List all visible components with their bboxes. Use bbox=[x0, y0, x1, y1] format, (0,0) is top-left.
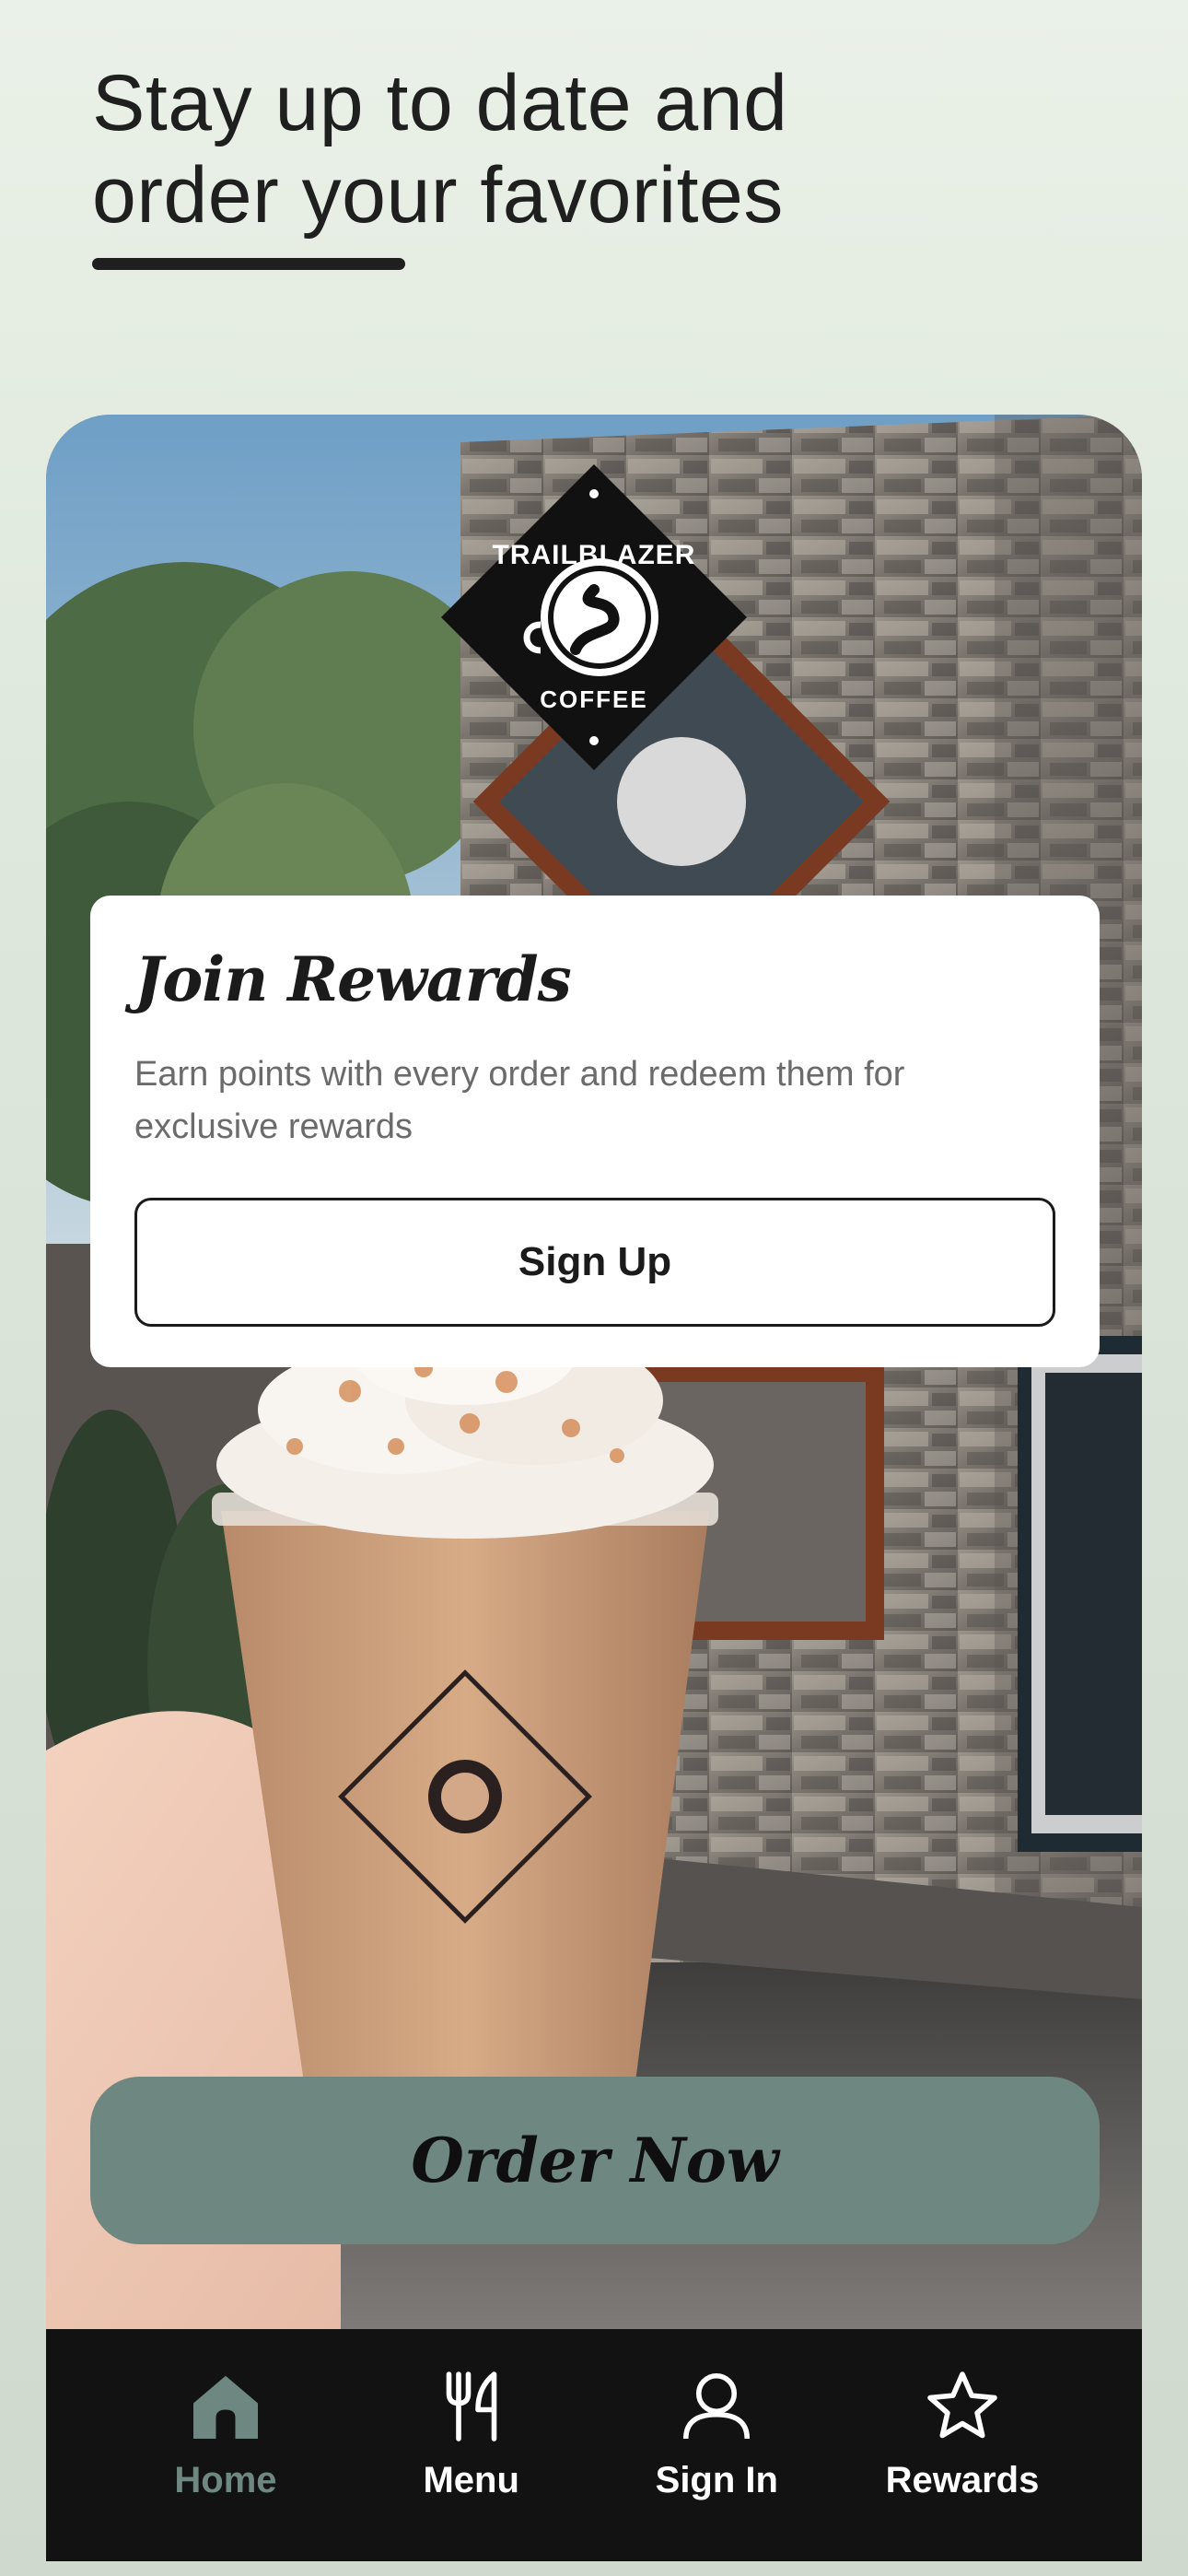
headline-underline bbox=[92, 258, 405, 270]
hero-card: TRAILBLAZER COFFEE Join Rewards Earn poi… bbox=[46, 415, 1142, 2561]
page-headline: Stay up to date and order your favorites bbox=[92, 57, 921, 241]
star-icon bbox=[927, 2371, 997, 2439]
user-icon bbox=[683, 2372, 751, 2440]
rewards-description: Earn points with every order and redeem … bbox=[134, 1055, 905, 1146]
join-rewards-card: Join Rewards Earn points with every orde… bbox=[90, 896, 1100, 1367]
headline-line-2: order your favorites bbox=[92, 151, 784, 240]
sign-up-button[interactable]: Sign Up bbox=[134, 1198, 1055, 1327]
headline-line-1: Stay up to date and bbox=[92, 59, 788, 147]
tab-sign-in-label: Sign In bbox=[655, 2460, 778, 2500]
trailblazer-logo: TRAILBLAZER COFFEE bbox=[441, 464, 747, 770]
home-icon bbox=[193, 2375, 258, 2439]
logo-brand-subname: COFFEE bbox=[540, 685, 647, 713]
tab-rewards[interactable]: Rewards bbox=[847, 2329, 1077, 2561]
order-now-button[interactable]: Order Now bbox=[90, 2077, 1100, 2244]
tab-home-label: Home bbox=[174, 2460, 277, 2500]
tab-home[interactable]: Home bbox=[111, 2329, 341, 2561]
fork-knife-icon bbox=[446, 2371, 496, 2441]
tab-rewards-label: Rewards bbox=[885, 2460, 1040, 2500]
tab-menu-label: Menu bbox=[423, 2460, 519, 2500]
bottom-tab-bar: Home Menu Sign In Rewards bbox=[46, 2329, 1142, 2561]
tab-menu[interactable]: Menu bbox=[356, 2329, 587, 2561]
tab-sign-in[interactable]: Sign In bbox=[601, 2329, 832, 2561]
rewards-title: Join Rewards bbox=[134, 943, 572, 1015]
logo-brand-name: TRAILBLAZER bbox=[493, 540, 696, 570]
